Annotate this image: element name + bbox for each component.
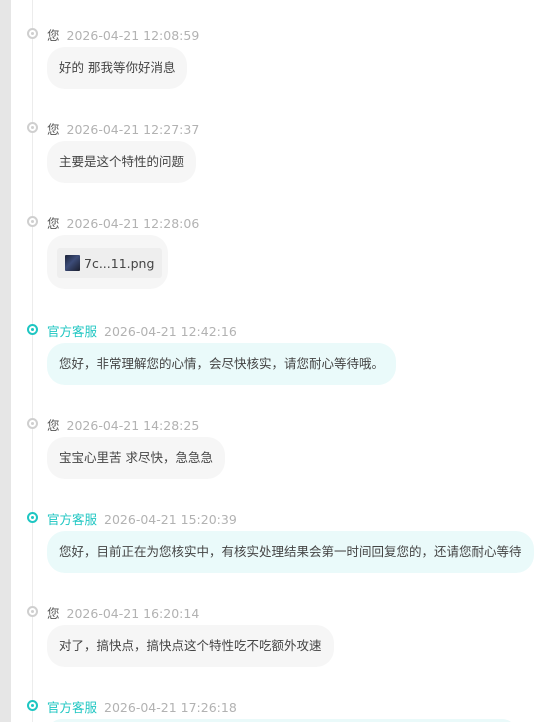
staff-timeline-dot-icon — [27, 512, 38, 523]
message-time: 2026-04-21 15:20:39 — [104, 512, 237, 527]
ticket-conversation: 您 2026-04-21 12:08:59 好的 那我等你好消息 您 2026-04… — [0, 0, 538, 722]
user-timeline-dot-icon — [27, 418, 38, 429]
sender-name: 官方客服 — [47, 700, 98, 715]
entry-meta: 您 2026-04-21 14:28:25 — [47, 415, 199, 434]
entry-meta: 官方客服 2026-04-21 12:42:16 — [47, 321, 237, 340]
message-bubble: 主要是这个特性的问题 — [47, 141, 197, 183]
message-time: 2026-04-21 12:08:59 — [66, 28, 200, 43]
message-time: 2026-04-21 16:20:14 — [66, 606, 200, 621]
file-message-bubble: 7c...11.png — [47, 235, 168, 289]
staff-timeline-dot-icon — [27, 700, 38, 711]
message-time: 2026-04-21 17:26:18 — [104, 700, 237, 715]
entry-meta: 您 2026-04-21 12:08:59 — [47, 25, 199, 44]
message-time: 2026-04-21 12:42:16 — [104, 324, 237, 339]
file-attachment[interactable]: 7c...11.png — [57, 248, 163, 278]
message-bubble: 您好，非常理解您的心情，会尽快核实，请您耐心等待哦。 — [47, 343, 397, 385]
sender-name: 您 — [47, 418, 60, 433]
message-time: 2026-04-21 12:28:06 — [66, 216, 200, 231]
user-timeline-dot-icon — [27, 122, 38, 133]
sender-name: 官方客服 — [47, 324, 98, 339]
message-bubble: 您好，目前正在为您核实中，有核实处理结果会第一时间回复您的，还请您耐心等待 — [47, 531, 534, 573]
entry-meta: 官方客服 2026-04-21 15:20:39 — [47, 509, 237, 528]
message-bubble: 对了，搞快点，搞快点这个特性吃不吃额外攻速 — [47, 625, 334, 667]
entry-meta: 您 2026-04-21 12:28:06 — [47, 213, 199, 232]
message-time: 2026-04-21 14:28:25 — [66, 418, 200, 433]
sender-name: 您 — [47, 28, 60, 43]
user-timeline-dot-icon — [27, 606, 38, 617]
entry-meta: 您 2026-04-21 12:27:37 — [47, 119, 199, 138]
user-timeline-dot-icon — [27, 28, 38, 39]
sender-name: 您 — [47, 216, 60, 231]
entry-meta: 官方客服 2026-04-21 17:26:18 — [47, 697, 237, 716]
staff-timeline-dot-icon — [27, 324, 38, 335]
image-thumbnail-icon — [65, 255, 80, 271]
message-bubble: 好的 那我等你好消息 — [47, 47, 188, 89]
sender-name: 官方客服 — [47, 512, 98, 527]
entry-meta: 您 2026-04-21 16:20:14 — [47, 603, 199, 622]
left-scroll-rail — [0, 0, 11, 722]
message-bubble: 宝宝心里苦 求尽快，急急急 — [47, 437, 225, 479]
message-time: 2026-04-21 12:27:37 — [66, 122, 200, 137]
user-timeline-dot-icon — [27, 216, 38, 227]
sender-name: 您 — [47, 606, 60, 621]
file-name: 7c...11.png — [84, 255, 155, 271]
sender-name: 您 — [47, 122, 60, 137]
